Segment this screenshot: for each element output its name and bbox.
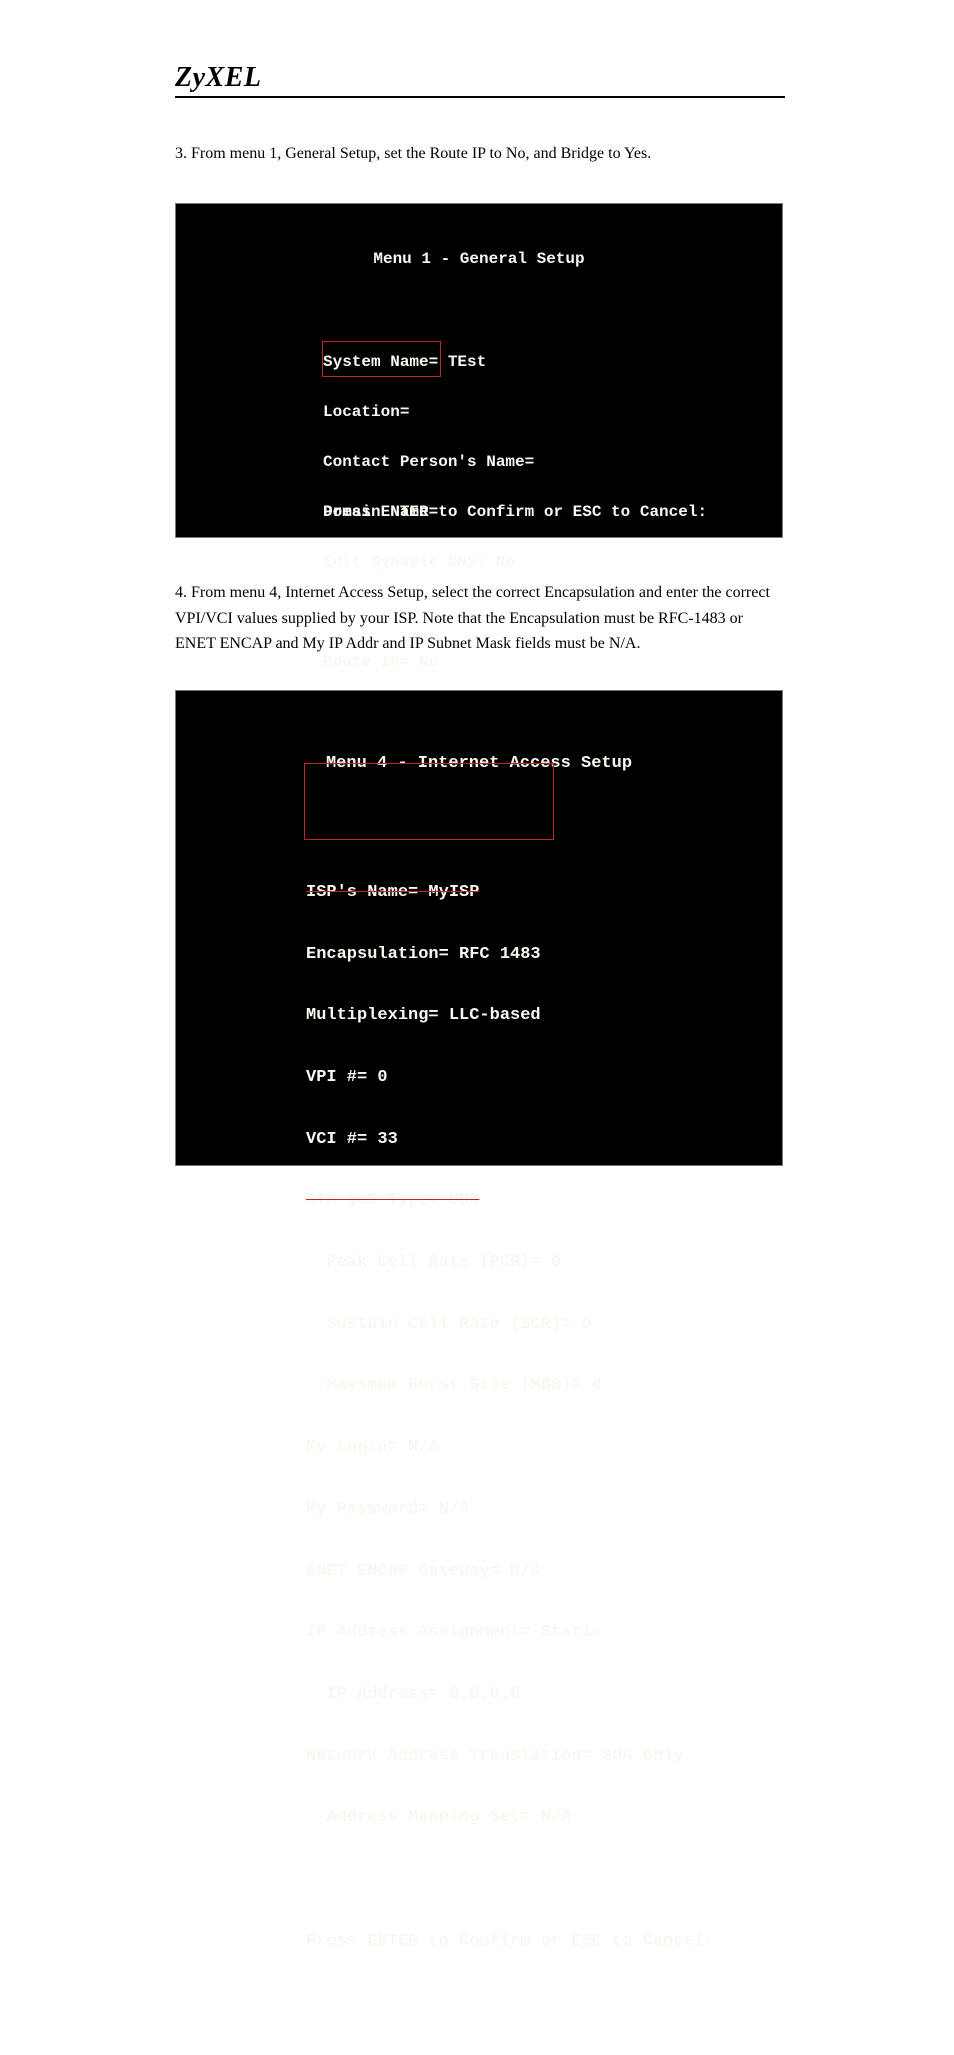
t2-vpi: VPI #= 0 <box>176 1068 782 1089</box>
header-rule <box>175 96 785 98</box>
t2-mux: Multiplexing= LLC-based <box>176 1006 782 1027</box>
t1-location: Location= <box>176 404 782 421</box>
paragraph-step-3: 3. From menu 1, General Setup, set the R… <box>175 142 785 166</box>
terminal2-footer: Press ENTER to Confirm or ESC to Cancel: <box>176 1932 782 1953</box>
terminal-menu-1: Menu 1 - General Setup System Name= TEst… <box>175 203 783 538</box>
terminal-menu-4: Menu 4 - Internet Access Setup ISP's Nam… <box>175 690 783 1166</box>
t2-isp: ISP's Name= MyISP <box>176 883 782 904</box>
t2-login: My Login= N/A <box>176 1438 782 1459</box>
terminal1-title: Menu 1 - General Setup <box>176 251 782 268</box>
highlight-box-route-bridge <box>322 341 441 377</box>
t2-mbs: Maximum Burst Size (MBS)= 0 <box>176 1376 782 1397</box>
t2-vci: VCI #= 33 <box>176 1130 782 1151</box>
t2-ip: IP Address= 0.0.0.0 <box>176 1685 782 1706</box>
t2-isp-text: ISP's Name= MyISP <box>306 883 479 902</box>
t2-ipa: IP Address Assignment= Static <box>176 1623 782 1644</box>
terminal2-body: ISP's Name= MyISP Encapsulation= RFC 148… <box>176 842 782 1994</box>
t1-ddns: Edit Dynamic DNS= No <box>176 554 782 571</box>
t1-contact: Contact Person's Name= <box>176 454 782 471</box>
t2-qos-text: ATM QoS Type= UBR <box>306 1191 479 1210</box>
t2-scr: Sustain Cell Rate (SCR)= 0 <box>176 1315 782 1336</box>
brand-logo: ZyXEL <box>175 62 262 94</box>
t2-blank <box>176 1870 782 1891</box>
paragraph-step-4: 4. From menu 4, Internet Access Setup, s… <box>175 580 785 657</box>
t1-system-name: System Name= TEst <box>176 354 782 371</box>
t2-encap: Encapsulation= RFC 1483 <box>176 945 782 966</box>
t2-pw: My Password= N/A <box>176 1500 782 1521</box>
t2-nat: Network Address Translation= SUA Only <box>176 1747 782 1768</box>
document-page: ZyXEL 3. From menu 1, General Setup, set… <box>0 0 954 1350</box>
t2-pcr: Peak Cell Rate (PCR)= 0 <box>176 1253 782 1274</box>
t2-ams: Address Mapping Set= N/A <box>176 1808 782 1829</box>
t2-gw: ENET ENCAP Gateway= N/A <box>176 1562 782 1583</box>
highlight-box-encap-vci <box>304 763 554 840</box>
terminal1-footer: Press ENTER to Confirm or ESC to Cancel: <box>176 504 782 521</box>
t2-qos: ATM QoS Type= UBR <box>176 1191 782 1212</box>
terminal1-body: System Name= TEst Location= Contact Pers… <box>176 321 782 753</box>
